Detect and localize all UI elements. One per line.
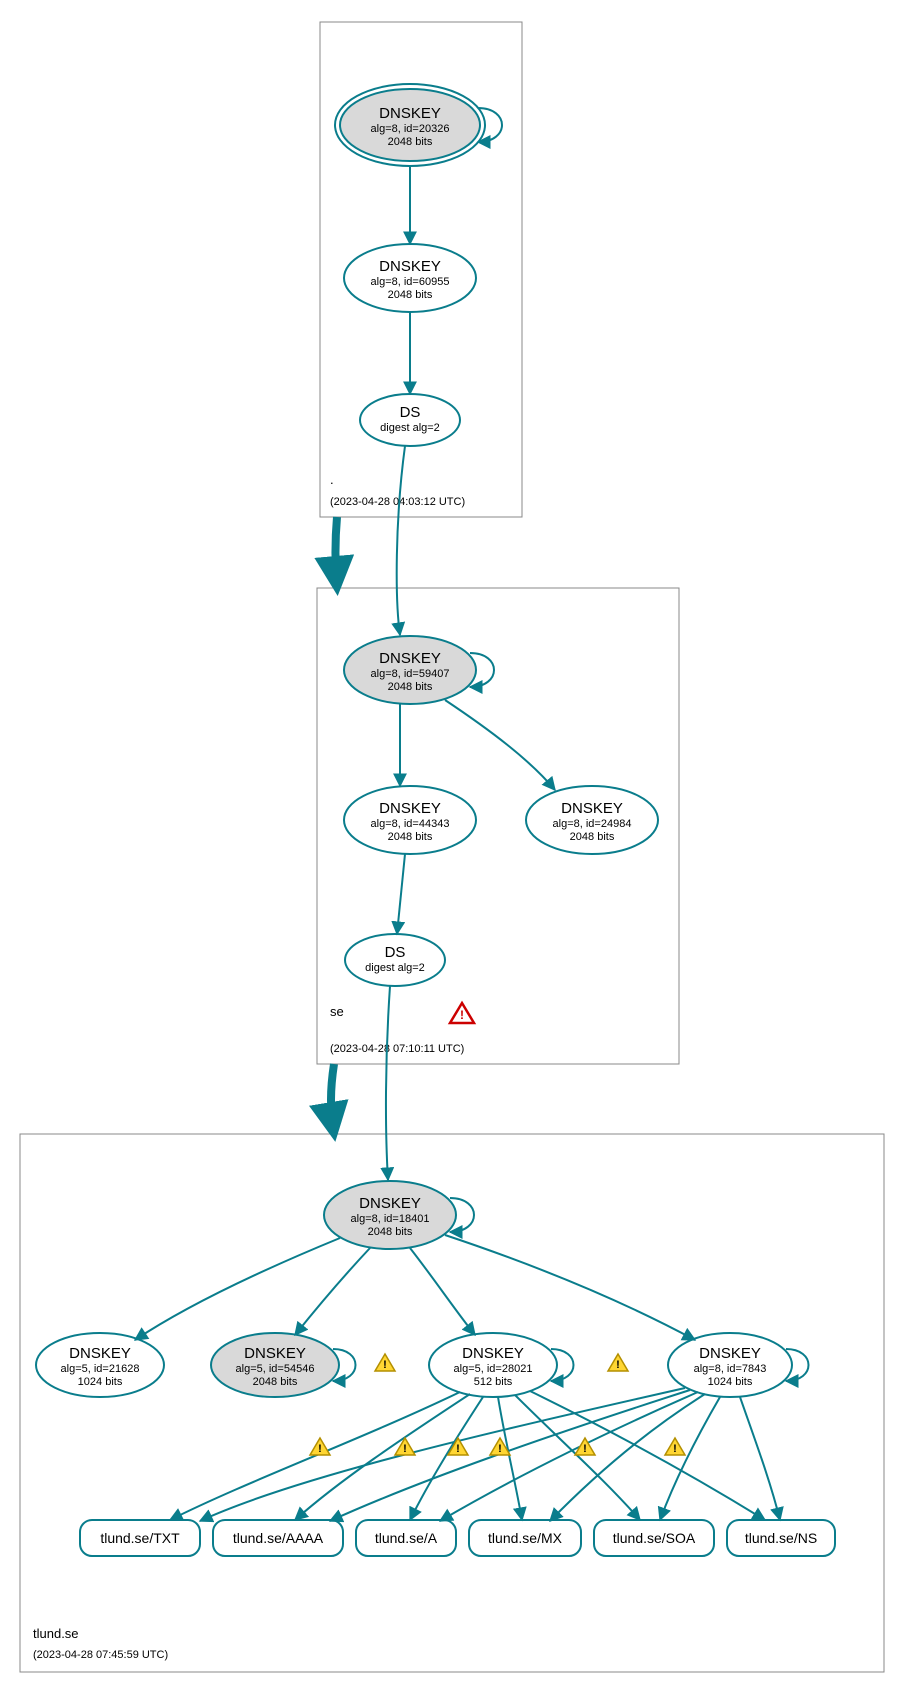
svg-text:2048 bits: 2048 bits <box>388 831 433 843</box>
svg-text:!: ! <box>383 1359 387 1371</box>
zone-se-ts: (2023-04-28 07:10:11 UTC) <box>330 1043 464 1055</box>
error-icon: ! <box>450 1003 474 1023</box>
node-tlund-ksk: DNSKEY alg=8, id=18401 2048 bits <box>324 1181 474 1249</box>
zone-tlund-ts: (2023-04-28 07:45:59 UTC) <box>33 1649 168 1661</box>
svg-text:DNSKEY: DNSKEY <box>699 1345 761 1362</box>
svg-text:1024 bits: 1024 bits <box>708 1376 753 1388</box>
node-tlund-k2: DNSKEY alg=5, id=54546 2048 bits <box>211 1333 356 1397</box>
svg-text:!: ! <box>498 1443 502 1455</box>
svg-text:DNSKEY: DNSKEY <box>244 1345 306 1362</box>
rrset-ns: tlund.se/NS <box>727 1520 835 1556</box>
rrset-txt: tlund.se/TXT <box>80 1520 200 1556</box>
svg-text:!: ! <box>616 1359 620 1371</box>
svg-text:2048 bits: 2048 bits <box>388 289 433 301</box>
svg-text:alg=8, id=20326: alg=8, id=20326 <box>371 123 450 135</box>
svg-text:!: ! <box>403 1443 407 1455</box>
node-root-ds: DS digest alg=2 <box>360 394 460 446</box>
svg-text:alg=5, id=21628: alg=5, id=21628 <box>61 1363 140 1375</box>
rrset-aaaa: tlund.se/AAAA <box>213 1520 343 1556</box>
node-se-zsk: DNSKEY alg=8, id=44343 2048 bits <box>344 786 476 854</box>
node-se-ds: DS digest alg=2 <box>345 934 445 986</box>
svg-text:tlund.se/MX: tlund.se/MX <box>488 1530 563 1546</box>
svg-text:DNSKEY: DNSKEY <box>561 800 623 817</box>
svg-text:DNSKEY: DNSKEY <box>359 1195 421 1212</box>
node-root-zsk: DNSKEY alg=8, id=60955 2048 bits <box>344 244 476 312</box>
svg-text:alg=8, id=24984: alg=8, id=24984 <box>553 818 632 830</box>
svg-text:alg=8, id=60955: alg=8, id=60955 <box>371 276 450 288</box>
warning-icon: ! <box>665 1438 685 1455</box>
svg-text:2048 bits: 2048 bits <box>368 1226 413 1238</box>
svg-text:alg=8, id=18401: alg=8, id=18401 <box>351 1213 430 1225</box>
zone-se-name: se <box>330 1004 344 1019</box>
node-tlund-k1: DNSKEY alg=5, id=21628 1024 bits <box>36 1333 164 1397</box>
warning-icon: ! <box>395 1438 415 1455</box>
node-tlund-k4: DNSKEY alg=8, id=7843 1024 bits <box>668 1333 809 1397</box>
svg-text:!: ! <box>673 1443 677 1455</box>
svg-text:tlund.se/SOA: tlund.se/SOA <box>613 1530 696 1546</box>
svg-text:2048 bits: 2048 bits <box>388 136 433 148</box>
svg-text:digest alg=2: digest alg=2 <box>380 422 440 434</box>
warning-icon: ! <box>375 1354 395 1371</box>
node-se-ksk: DNSKEY alg=8, id=59407 2048 bits <box>344 636 494 704</box>
zone-tlund-name: tlund.se <box>33 1626 79 1641</box>
svg-text:tlund.se/TXT: tlund.se/TXT <box>100 1530 180 1546</box>
svg-text:DS: DS <box>385 944 406 961</box>
svg-text:512 bits: 512 bits <box>474 1376 513 1388</box>
svg-text:DNSKEY: DNSKEY <box>69 1345 131 1362</box>
rrset-soa: tlund.se/SOA <box>594 1520 714 1556</box>
svg-text:DNSKEY: DNSKEY <box>379 105 441 122</box>
svg-text:alg=8, id=7843: alg=8, id=7843 <box>694 1363 767 1375</box>
warning-icon: ! <box>608 1354 628 1371</box>
svg-text:alg=5, id=28021: alg=5, id=28021 <box>454 1363 533 1375</box>
svg-text:!: ! <box>318 1443 322 1455</box>
svg-text:2048 bits: 2048 bits <box>388 681 433 693</box>
zone-root-ts: (2023-04-28 04:03:12 UTC) <box>330 496 465 508</box>
svg-text:!: ! <box>583 1443 587 1455</box>
svg-text:alg=8, id=44343: alg=8, id=44343 <box>371 818 450 830</box>
svg-text:2048 bits: 2048 bits <box>253 1376 298 1388</box>
svg-text:tlund.se/A: tlund.se/A <box>375 1530 438 1546</box>
rrset-mx: tlund.se/MX <box>469 1520 581 1556</box>
zone-root-name: . <box>330 472 334 487</box>
svg-text:DNSKEY: DNSKEY <box>379 650 441 667</box>
svg-text:alg=8, id=59407: alg=8, id=59407 <box>371 668 450 680</box>
node-tlund-k3: DNSKEY alg=5, id=28021 512 bits <box>429 1333 574 1397</box>
svg-text:!: ! <box>456 1443 460 1455</box>
node-se-zsk2: DNSKEY alg=8, id=24984 2048 bits <box>526 786 658 854</box>
svg-text:tlund.se/AAAA: tlund.se/AAAA <box>233 1530 324 1546</box>
svg-text:digest alg=2: digest alg=2 <box>365 962 425 974</box>
svg-text:2048 bits: 2048 bits <box>570 831 615 843</box>
svg-text:tlund.se/NS: tlund.se/NS <box>745 1530 817 1546</box>
dnssec-graph: . (2023-04-28 04:03:12 UTC) se (2023-04-… <box>0 0 905 1694</box>
svg-text:!: ! <box>460 1008 464 1022</box>
svg-text:1024 bits: 1024 bits <box>78 1376 123 1388</box>
rrset-a: tlund.se/A <box>356 1520 456 1556</box>
svg-text:DNSKEY: DNSKEY <box>379 258 441 275</box>
svg-text:DS: DS <box>400 404 421 421</box>
warning-icon: ! <box>310 1438 330 1455</box>
svg-text:DNSKEY: DNSKEY <box>379 800 441 817</box>
svg-text:alg=5, id=54546: alg=5, id=54546 <box>236 1363 315 1375</box>
node-root-ksk: DNSKEY alg=8, id=20326 2048 bits <box>335 84 502 166</box>
svg-text:DNSKEY: DNSKEY <box>462 1345 524 1362</box>
